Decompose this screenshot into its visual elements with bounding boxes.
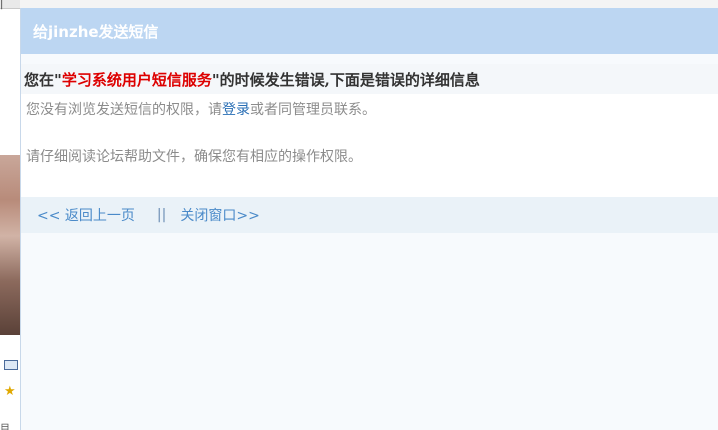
error-heading-suffix: "的时候发生错误,下面是错误的详细信息: [211, 70, 480, 89]
mail-icon[interactable]: [4, 360, 18, 370]
error-heading: 您在" 学习系统用户短信服务 "的时候发生错误,下面是错误的详细信息: [21, 64, 718, 94]
help-message: 请仔细阅读论坛帮助文件，确保您有相应的操作权限。: [26, 149, 362, 165]
background-toolbar-text: |: [0, 0, 4, 10]
error-message-body: 您没有浏览发送短信的权限，请登录或者同管理员联系。 请仔细阅读论坛帮助文件，确保…: [21, 94, 718, 197]
star-icon[interactable]: ★: [4, 385, 16, 398]
send-message-dialog: 给jinzhe发送短信 您在" 学习系统用户短信服务 "的时候发生错误,下面是错误的…: [20, 8, 718, 430]
dialog-nav-bar: << 返回上一页 || 关闭窗口>>: [21, 197, 718, 233]
error-heading-prefix: 您在": [24, 70, 62, 89]
dialog-titlebar[interactable]: 给jinzhe发送短信: [21, 8, 718, 54]
background-toolbar: |: [0, 0, 20, 10]
background-user-photo: [0, 155, 20, 335]
permission-message: 您没有浏览发送短信的权限，请登录或者同管理员联系。: [26, 100, 718, 120]
close-window-link[interactable]: 关闭窗口>>: [180, 205, 259, 225]
back-link[interactable]: << 返回上一页: [37, 205, 135, 225]
login-link[interactable]: 登录: [222, 102, 250, 118]
error-service-name: 学习系统用户短信服务: [61, 70, 212, 89]
background-page: | ★ 目: [0, 0, 20, 430]
permission-message-suffix: 或者同管理员联系。: [250, 102, 376, 118]
background-bottom-text: 目: [0, 424, 10, 430]
nav-separator: ||: [156, 207, 167, 223]
permission-message-prefix: 您没有浏览发送短信的权限，请: [26, 102, 222, 118]
dialog-title: 给jinzhe发送短信: [33, 22, 159, 41]
